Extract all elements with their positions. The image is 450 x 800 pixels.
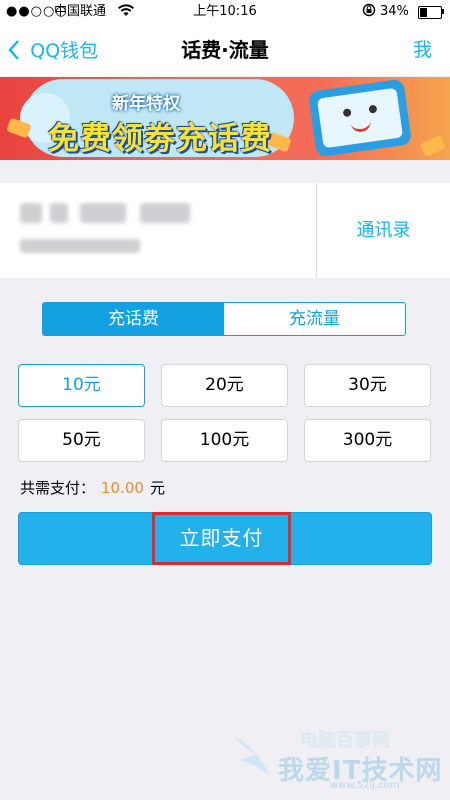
amount-option-300[interactable]: 300元 bbox=[304, 419, 431, 462]
pay-now-label: 立即支付 bbox=[152, 512, 291, 565]
amount-option-20[interactable]: 20元 bbox=[161, 364, 288, 407]
total-label: 共需支付： bbox=[20, 479, 96, 497]
navigation-bar: QQ钱包 话费·流量 我 bbox=[0, 24, 450, 76]
rotation-lock-icon bbox=[362, 0, 376, 24]
battery-percent: 34% bbox=[380, 4, 409, 19]
status-bar: ●●○○○ 中国联通 上午10:16 34% bbox=[0, 0, 450, 24]
phone-number-blurred[interactable] bbox=[20, 203, 42, 223]
watermark-url: www.52ij.com bbox=[330, 780, 400, 791]
recharge-type-tabs: 充话费 充流量 bbox=[42, 302, 406, 336]
total-unit: 元 bbox=[149, 479, 165, 497]
phone-mascot-icon bbox=[307, 78, 413, 158]
amount-option-10[interactable]: 10元 bbox=[18, 364, 145, 407]
tab-data-plan[interactable]: 充流量 bbox=[224, 303, 405, 335]
me-button[interactable]: 我 bbox=[413, 24, 432, 76]
tab-phone-credit[interactable]: 充话费 bbox=[43, 303, 224, 335]
banner-title: 免费领劵充话费 bbox=[48, 121, 272, 157]
promo-banner[interactable]: 新年特权 免费领劵充话费 bbox=[0, 77, 450, 160]
contacts-button[interactable]: 通讯录 bbox=[317, 183, 450, 278]
total-payment: 共需支付： 10.00 元 bbox=[20, 478, 165, 498]
watermark-top-text: 电脑百事网 bbox=[300, 730, 390, 751]
total-value: 10.00 bbox=[101, 479, 144, 497]
watermark-logo: 电脑百事网 我爱IT技术网 www.52ij.com bbox=[230, 720, 450, 800]
pay-now-button[interactable]: 立即支付 bbox=[18, 512, 432, 565]
battery-icon bbox=[418, 6, 442, 19]
page-title: 话费·流量 bbox=[181, 38, 269, 62]
amount-option-100[interactable]: 100元 bbox=[161, 419, 288, 462]
amount-option-50[interactable]: 50元 bbox=[18, 419, 145, 462]
amount-option-30[interactable]: 30元 bbox=[304, 364, 431, 407]
phone-number-card: 通讯录 bbox=[0, 183, 450, 278]
